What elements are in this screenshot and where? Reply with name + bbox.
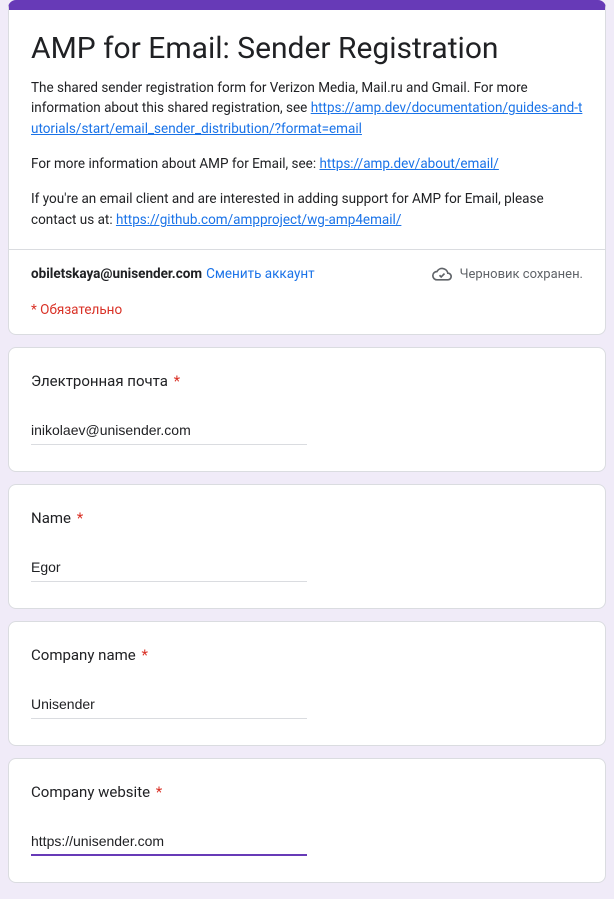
account-email: obiletskaya@unisender.com: [31, 266, 202, 282]
required-asterisk: *: [152, 783, 162, 801]
required-asterisk: *: [170, 372, 180, 390]
question-card: Name *: [8, 484, 606, 609]
form-title: AMP for Email: Sender Registration: [31, 30, 583, 68]
text-input[interactable]: [31, 555, 307, 582]
question-label: Company name *: [31, 646, 583, 664]
required-asterisk: *: [138, 646, 148, 664]
question-label: Электронная почта *: [31, 372, 583, 390]
question-card: Company name *: [8, 621, 606, 746]
text-input[interactable]: [31, 692, 307, 719]
question-card: Company website *: [8, 758, 606, 883]
account-row: obiletskaya@unisender.com Сменить аккаун…: [31, 264, 583, 284]
header-inner: AMP for Email: Sender Registration The s…: [9, 10, 605, 249]
cloud-done-icon: [432, 264, 452, 284]
draft-status: Черновик сохранен.: [432, 264, 583, 284]
desc-contact-link[interactable]: https://github.com/ampproject/wg-amp4ema…: [116, 212, 401, 228]
required-note: * Обязательно: [31, 302, 583, 318]
account-bar: obiletskaya@unisender.com Сменить аккаун…: [9, 249, 605, 334]
question-label-text: Company website: [31, 783, 150, 801]
question-label-text: Электронная почта: [31, 372, 168, 390]
account-left: obiletskaya@unisender.com Сменить аккаун…: [31, 266, 315, 282]
form-description: The shared sender registration form for …: [31, 78, 583, 232]
question-label-text: Name: [31, 509, 71, 527]
question-label-text: Company name: [31, 646, 136, 664]
question-card: Электронная почта *: [8, 347, 606, 472]
desc-more-prefix: For more information about AMP for Email…: [31, 156, 319, 172]
switch-account-link[interactable]: Сменить аккаунт: [206, 266, 315, 282]
question-label: Name *: [31, 509, 583, 527]
question-label: Company website *: [31, 783, 583, 801]
form-wrap: AMP for Email: Sender Registration The s…: [0, 0, 614, 899]
draft-saved-text: Черновик сохранен.: [460, 267, 583, 282]
text-input[interactable]: [31, 829, 307, 856]
desc-more-link[interactable]: https://amp.dev/about/email/: [319, 156, 498, 172]
text-input[interactable]: [31, 418, 307, 445]
header-card: AMP for Email: Sender Registration The s…: [8, 0, 606, 335]
required-asterisk: *: [73, 509, 83, 527]
